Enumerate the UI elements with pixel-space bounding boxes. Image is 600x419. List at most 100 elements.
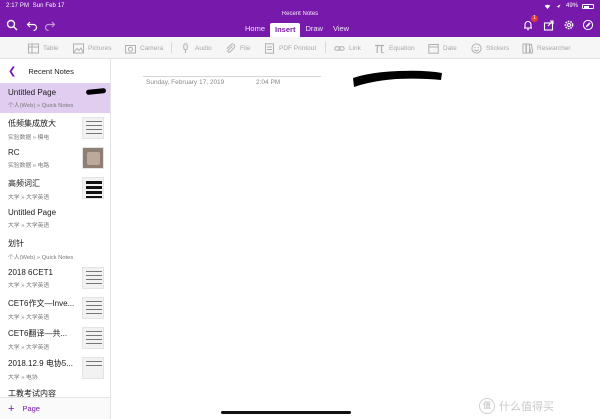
pdf-printout-icon: [265, 42, 274, 54]
list-item[interactable]: 2018 6CET1 大学 » 大学英语: [0, 263, 110, 293]
recent-notes-list: Untitled Page 个人(Web) » Quick Notes 低频集成…: [0, 83, 110, 413]
toolbar-divider: [171, 42, 172, 53]
note-canvas[interactable]: Sunday, February 17, 2019 2:04 PM 值 什么值得…: [111, 59, 600, 419]
insert-file-button[interactable]: File: [225, 41, 250, 55]
status-bar-right: 49%: [544, 3, 594, 9]
paperclip-icon: [226, 43, 236, 53]
audio-label: Audio: [195, 44, 212, 52]
insert-table-button[interactable]: Table: [28, 41, 59, 55]
list-item[interactable]: Untitled Page 大学 » 大学英语: [0, 203, 110, 233]
note-thumbnail: [82, 117, 104, 139]
note-title: RC: [8, 148, 20, 157]
file-label: File: [240, 44, 251, 52]
status-bar-left: 2:17 PM Sun Feb 17: [6, 3, 65, 9]
researcher-button[interactable]: Researcher: [522, 41, 571, 55]
sidebar-header: ❮ Recent Notes: [0, 59, 110, 83]
tab-view[interactable]: View: [328, 23, 354, 37]
page-date: Sunday, February 17, 2019: [146, 79, 225, 86]
note-title: 2018 6CET1: [8, 268, 53, 277]
note-thumbnail: [82, 177, 104, 199]
insert-pictures-button[interactable]: Pictures: [73, 41, 111, 55]
insert-equation-button[interactable]: Equation: [374, 41, 415, 55]
insert-camera-button[interactable]: Camera: [125, 41, 163, 55]
note-thumbnail: [82, 357, 104, 379]
insert-link-button[interactable]: Link: [334, 41, 361, 55]
note-location: 个人(Web) » Quick Notes: [8, 103, 74, 109]
note-thumbnail: [82, 327, 104, 349]
list-item[interactable]: 低频集成放大 实验数据 » 模电: [0, 113, 110, 143]
note-title: Untitled Page: [8, 88, 57, 97]
home-indicator[interactable]: [221, 411, 351, 414]
microphone-icon: [183, 42, 188, 53]
note-title: Untitled Page: [8, 208, 57, 217]
add-page-button[interactable]: + Page: [0, 397, 110, 419]
date-label: Date: [443, 44, 457, 52]
share-icon[interactable]: [543, 18, 555, 31]
link-icon: [334, 45, 345, 51]
list-item[interactable]: Untitled Page 个人(Web) » Quick Notes: [0, 83, 110, 113]
list-item[interactable]: CET6翻译—共... 大学 » 大学英语: [0, 323, 110, 353]
note-location: 个人(Web) » Quick Notes: [8, 255, 74, 261]
page-title-underline: [143, 76, 321, 77]
app-header: 2:17 PM Sun Feb 17 49% Recent Notes Home…: [0, 0, 600, 37]
list-item[interactable]: 划针 个人(Web) » Quick Notes: [0, 233, 110, 263]
pi-equation-icon: [375, 44, 384, 53]
list-item[interactable]: CET6作文—Inve... 大学 » 大学英语: [0, 293, 110, 323]
insert-toolbar: Table Pictures Camera Audio File PDF Pri…: [0, 37, 600, 59]
settings-gear-icon[interactable]: [563, 18, 575, 30]
camera-icon: [125, 44, 136, 53]
battery-icon: [582, 3, 594, 9]
note-title: 2018.12.9 电协5...: [8, 359, 73, 368]
note-thumbnail: [82, 297, 104, 319]
status-date: Sun Feb 17: [32, 3, 65, 9]
ink-scribble-thumbnail: [85, 87, 107, 96]
equation-label: Equation: [389, 44, 415, 52]
list-item[interactable]: 高频词汇 大学 » 大学英语: [0, 173, 110, 203]
researcher-label: Researcher: [537, 44, 571, 52]
note-photo-thumbnail: [82, 147, 104, 169]
plus-icon: +: [8, 402, 15, 415]
location-icon: [556, 4, 561, 8]
insert-date-button[interactable]: Date: [428, 41, 457, 55]
watermark-badge: 值: [479, 398, 495, 414]
calendar-icon: [428, 43, 439, 54]
sticker-smiley-icon: [471, 42, 482, 54]
sidebar-title: Recent Notes: [28, 66, 74, 76]
table-icon: [28, 43, 39, 53]
insert-pdf-printout-button[interactable]: PDF Printout: [264, 41, 316, 55]
note-title: CET6作文—Inve...: [8, 299, 75, 308]
wifi-icon: [544, 4, 551, 9]
link-label: Link: [349, 44, 361, 52]
add-page-label: Page: [22, 404, 40, 413]
redo-icon[interactable]: [44, 18, 56, 32]
watermark-logo: 值 什么值得买: [479, 398, 554, 414]
undo-icon[interactable]: [26, 18, 38, 32]
list-item[interactable]: 2018.12.9 电协5... 大学 » 电协: [0, 353, 110, 383]
tab-draw[interactable]: Draw: [300, 23, 328, 37]
search-icon[interactable]: [6, 18, 18, 31]
insert-audio-button[interactable]: Audio: [180, 41, 212, 55]
edit-mode-icon[interactable]: [582, 18, 594, 31]
status-time: 2:17 PM: [6, 3, 30, 9]
tab-insert[interactable]: Insert: [270, 23, 301, 37]
note-title: CET6翻译—共...: [8, 329, 68, 338]
table-label: Table: [43, 44, 59, 52]
note-title: 高频词汇: [8, 179, 40, 188]
note-thumbnail: [82, 267, 104, 289]
back-chevron-icon[interactable]: ❮: [8, 66, 16, 77]
pdf-printout-label: PDF Printout: [279, 44, 317, 52]
researcher-book-icon: [522, 43, 533, 54]
tab-home[interactable]: Home: [240, 23, 270, 37]
note-location: 大学 » 大学英语: [8, 223, 50, 229]
toolbar-divider: [325, 42, 326, 53]
ink-scribble: [353, 70, 442, 87]
recent-notes-sidebar: ❮ Recent Notes Untitled Page 个人(Web) » Q…: [0, 59, 111, 419]
pictures-icon: [73, 43, 84, 53]
insert-stickers-button[interactable]: Stickers: [471, 41, 509, 55]
battery-percent: 49%: [565, 3, 578, 9]
camera-label: Camera: [140, 44, 164, 52]
window-title: Recent Notes: [281, 11, 319, 17]
list-item[interactable]: RC 实验数据 » 电路: [0, 143, 110, 173]
watermark-text: 什么值得买: [499, 401, 554, 413]
notifications-bell-icon[interactable]: 1: [522, 15, 538, 31]
